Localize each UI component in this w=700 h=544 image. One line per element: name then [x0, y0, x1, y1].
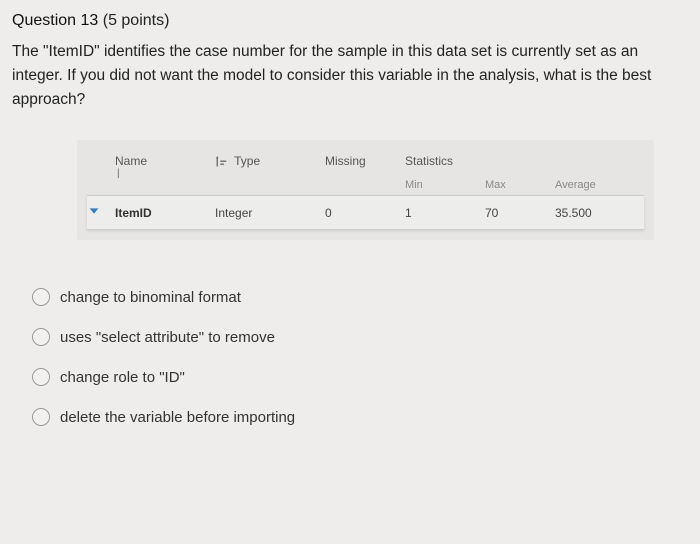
col-avg: Average [555, 179, 625, 191]
row-missing: 0 [325, 206, 405, 220]
col-max: Max [485, 179, 555, 191]
col-type: Type [215, 154, 325, 168]
table-sub-header-row: Min Max Average [87, 179, 644, 195]
option-label: delete the variable before importing [60, 409, 295, 426]
question-number: Question 13 [12, 12, 98, 29]
row-max: 70 [485, 206, 555, 220]
option-label: change role to "ID" [60, 369, 185, 386]
option-b[interactable]: uses "select attribute" to remove [32, 328, 684, 346]
tick-mark: | [117, 168, 644, 179]
col-min: Min [405, 179, 485, 191]
option-a[interactable]: change to binominal format [32, 288, 684, 306]
radio-icon[interactable] [32, 288, 50, 306]
radio-icon[interactable] [32, 328, 50, 346]
option-d[interactable]: delete the variable before importing [32, 408, 684, 426]
row-avg: 35.500 [555, 206, 625, 220]
question-header: Question 13 (5 points) [12, 12, 684, 30]
table-row: ItemID Integer 0 1 70 35.500 [87, 195, 644, 230]
option-c[interactable]: change role to "ID" [32, 368, 684, 386]
radio-icon[interactable] [32, 368, 50, 386]
option-label: change to binominal format [60, 289, 241, 306]
question-body: The "ItemID" identifies the case number … [12, 40, 684, 112]
question-points: (5 points) [103, 12, 170, 29]
row-name: ItemID [115, 206, 215, 220]
option-label: uses "select attribute" to remove [60, 329, 275, 346]
row-min: 1 [405, 206, 485, 220]
row-type: Integer [215, 206, 325, 220]
answer-options: change to binominal format uses "select … [12, 288, 684, 426]
radio-icon[interactable] [32, 408, 50, 426]
col-missing: Missing [325, 154, 405, 168]
column-sort-icon [215, 156, 227, 168]
col-statistics: Statistics [405, 154, 485, 168]
col-name: Name [115, 154, 215, 168]
chevron-down-icon[interactable] [87, 204, 101, 218]
data-table: Name Type Missing Statistics | Min Max A… [77, 140, 654, 240]
